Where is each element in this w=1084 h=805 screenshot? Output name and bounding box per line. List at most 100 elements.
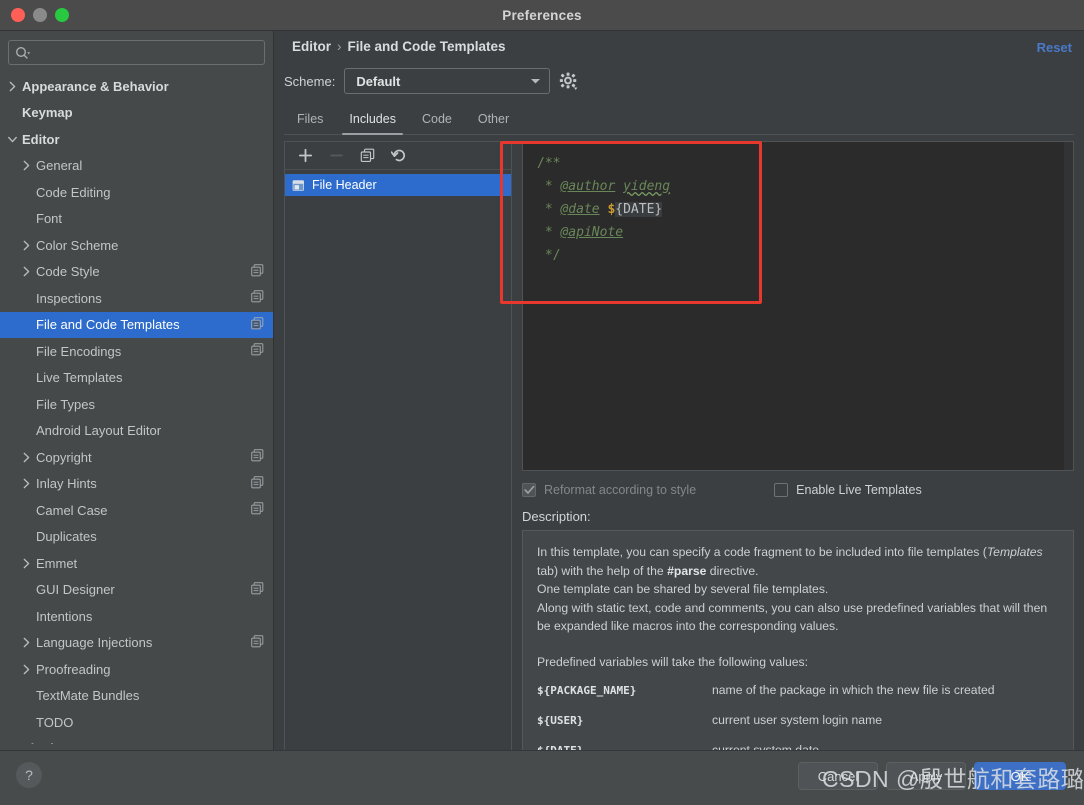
apply-button[interactable]: Apply bbox=[886, 762, 966, 790]
copy-settings-icon[interactable] bbox=[251, 582, 264, 598]
checkbox-box bbox=[774, 483, 788, 497]
template-list-item[interactable]: File Header bbox=[285, 174, 511, 196]
copy-settings-icon[interactable] bbox=[251, 476, 264, 492]
copy-settings-icon[interactable] bbox=[251, 449, 264, 465]
copy-settings-icon[interactable] bbox=[251, 635, 264, 651]
tree-indent-spacer bbox=[20, 583, 33, 596]
description-text: directive. bbox=[706, 564, 758, 578]
chevron-down-icon[interactable] bbox=[6, 133, 19, 146]
tree-indent-spacer bbox=[20, 504, 33, 517]
tab-other[interactable]: Other bbox=[465, 112, 522, 134]
sidebar-item-label: Intentions bbox=[36, 610, 92, 623]
sidebar-item-android-layout-editor[interactable]: Android Layout Editor bbox=[0, 418, 273, 445]
search-input[interactable] bbox=[31, 46, 258, 60]
tab-includes[interactable]: Includes bbox=[336, 112, 409, 134]
sidebar-item-emmet[interactable]: Emmet bbox=[0, 550, 273, 577]
sidebar-item-file-and-code-templates[interactable]: File and Code Templates bbox=[0, 312, 273, 339]
tree-indent-spacer bbox=[6, 106, 19, 119]
sidebar-item-label: Duplicates bbox=[36, 530, 97, 543]
sidebar-item-gui-designer[interactable]: GUI Designer bbox=[0, 577, 273, 604]
variable-description: current user system login name bbox=[712, 713, 882, 727]
chevron-right-icon[interactable] bbox=[20, 477, 33, 490]
description-text: Along with static text, code and comment… bbox=[537, 601, 1047, 634]
preferences-body: Appearance & BehaviorKeymapEditorGeneral… bbox=[0, 31, 1084, 750]
settings-detail-panel: Editor›File and Code Templates Reset Sch… bbox=[274, 31, 1084, 750]
sidebar-item-appearance-behavior[interactable]: Appearance & Behavior bbox=[0, 73, 273, 100]
sidebar-item-label: Keymap bbox=[22, 106, 73, 119]
copy-template-button[interactable] bbox=[359, 147, 376, 164]
sidebar-item-label: Font bbox=[36, 212, 62, 225]
ok-button[interactable]: OK bbox=[974, 762, 1066, 790]
scheme-row: Scheme: Default bbox=[284, 68, 578, 94]
chevron-right-icon[interactable] bbox=[20, 663, 33, 676]
zoom-window-button[interactable] bbox=[55, 8, 69, 22]
tree-indent-spacer bbox=[20, 398, 33, 411]
sidebar-item-editor[interactable]: Editor bbox=[0, 126, 273, 153]
code-line: /** bbox=[537, 152, 1073, 175]
sidebar-item-code-style[interactable]: Code Style bbox=[0, 259, 273, 286]
sidebar-item-todo[interactable]: TODO bbox=[0, 709, 273, 736]
sidebar-item-font[interactable]: Font bbox=[0, 206, 273, 233]
chevron-right-icon[interactable] bbox=[20, 451, 33, 464]
template-code-text[interactable]: /** * @author yideng * @date ${DATE} * @… bbox=[523, 142, 1073, 267]
sidebar-item-live-templates[interactable]: Live Templates bbox=[0, 365, 273, 392]
chevron-right-icon[interactable] bbox=[20, 557, 33, 570]
sidebar-item-color-scheme[interactable]: Color Scheme bbox=[0, 232, 273, 259]
description-label: Description: bbox=[522, 509, 591, 524]
sidebar-item-keymap[interactable]: Keymap bbox=[0, 100, 273, 127]
chevron-right-icon[interactable] bbox=[20, 159, 33, 172]
copy-settings-icon[interactable] bbox=[251, 290, 264, 306]
minimize-window-button[interactable] bbox=[33, 8, 47, 22]
sidebar-item-general[interactable]: General bbox=[0, 153, 273, 180]
sidebar-item-file-types[interactable]: File Types bbox=[0, 391, 273, 418]
template-code-editor[interactable]: /** * @author yideng * @date ${DATE} * @… bbox=[522, 141, 1074, 471]
tree-indent-spacer bbox=[20, 689, 33, 702]
chevron-right-icon[interactable] bbox=[6, 80, 19, 93]
chevron-right-icon[interactable] bbox=[20, 265, 33, 278]
description-paragraph: One template can be shared by several fi… bbox=[537, 580, 1059, 599]
sidebar-item-intentions[interactable]: Intentions bbox=[0, 603, 273, 630]
sidebar-item-inspections[interactable]: Inspections bbox=[0, 285, 273, 312]
sidebar-item-label: Color Scheme bbox=[36, 239, 118, 252]
breadcrumb-root[interactable]: Editor bbox=[292, 39, 331, 54]
sidebar-item-inlay-hints[interactable]: Inlay Hints bbox=[0, 471, 273, 498]
sidebar-item-proofreading[interactable]: Proofreading bbox=[0, 656, 273, 683]
tab-files[interactable]: Files bbox=[284, 112, 336, 134]
enable-live-templates-checkbox[interactable]: Enable Live Templates bbox=[774, 483, 922, 497]
sidebar-item-file-encodings[interactable]: File Encodings bbox=[0, 338, 273, 365]
variable-name: ${PACKAGE_NAME} bbox=[537, 683, 712, 697]
chevron-right-icon[interactable] bbox=[20, 239, 33, 252]
reset-link[interactable]: Reset bbox=[1037, 40, 1072, 55]
chevron-down-icon bbox=[530, 72, 541, 90]
tree-indent-spacer bbox=[20, 345, 33, 358]
sidebar-item-code-editing[interactable]: Code Editing bbox=[0, 179, 273, 206]
code-token-tag: @apiNote bbox=[560, 225, 623, 240]
close-window-button[interactable] bbox=[11, 8, 25, 22]
reformat-according-to-style-checkbox[interactable]: Reformat according to style bbox=[522, 483, 696, 497]
code-token-comment bbox=[615, 179, 623, 194]
search-box[interactable] bbox=[8, 40, 265, 65]
title-bar: Preferences bbox=[0, 0, 1084, 31]
sidebar-item-label: Code Style bbox=[36, 265, 100, 278]
copy-settings-icon[interactable] bbox=[251, 502, 264, 518]
cancel-button[interactable]: Cancel bbox=[798, 762, 878, 790]
chevron-right-icon[interactable] bbox=[20, 636, 33, 649]
sidebar-item-label: TODO bbox=[36, 716, 73, 729]
sidebar-item-camel-case[interactable]: Camel Case bbox=[0, 497, 273, 524]
gear-icon[interactable] bbox=[559, 72, 578, 91]
add-template-button[interactable] bbox=[297, 147, 314, 164]
sidebar-item-duplicates[interactable]: Duplicates bbox=[0, 524, 273, 551]
copy-settings-icon[interactable] bbox=[251, 317, 264, 333]
editor-scrollbar[interactable] bbox=[1064, 142, 1073, 470]
sidebar-item-textmate-bundles[interactable]: TextMate Bundles bbox=[0, 683, 273, 710]
sidebar-item-copyright[interactable]: Copyright bbox=[0, 444, 273, 471]
help-button[interactable]: ? bbox=[16, 762, 42, 788]
description-text: One template can be shared by several fi… bbox=[537, 582, 828, 596]
copy-settings-icon[interactable] bbox=[251, 264, 264, 280]
sidebar-item-language-injections[interactable]: Language Injections bbox=[0, 630, 273, 657]
copy-settings-icon[interactable] bbox=[251, 343, 264, 359]
scheme-select[interactable]: Default bbox=[344, 68, 550, 94]
reset-template-button[interactable] bbox=[390, 147, 407, 164]
tab-code[interactable]: Code bbox=[409, 112, 465, 134]
file-template-icon bbox=[292, 179, 305, 192]
